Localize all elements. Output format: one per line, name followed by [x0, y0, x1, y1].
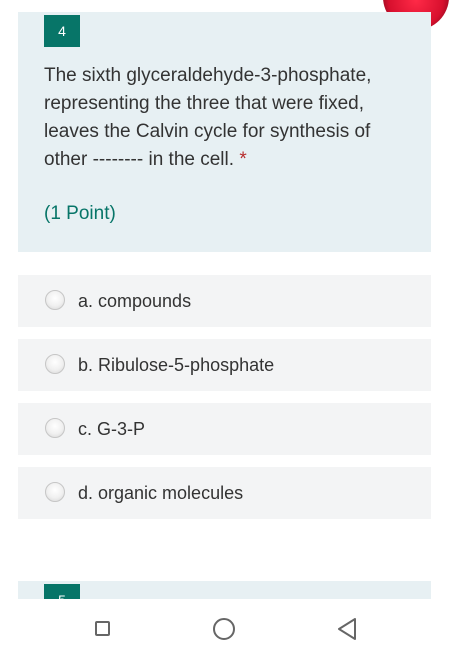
option-d[interactable]: d. organic molecules — [18, 467, 431, 519]
square-icon[interactable] — [95, 621, 110, 636]
option-b[interactable]: b. Ribulose-5-phosphate — [18, 339, 431, 391]
option-label: d. organic molecules — [78, 483, 244, 503]
option-a[interactable]: a. compounds — [18, 275, 431, 327]
option-label: a. compounds — [78, 291, 192, 311]
next-question-card: 5 — [18, 581, 431, 599]
next-question-number-badge: 5 — [44, 584, 80, 599]
option-label: c. G-3-P — [78, 419, 146, 439]
radio-button-icon[interactable] — [45, 482, 65, 502]
option-label: b. Ribulose-5-phosphate — [78, 355, 275, 375]
question-points: (1 Point) — [44, 203, 116, 224]
radio-button-icon[interactable] — [45, 354, 65, 374]
option-c[interactable]: c. G-3-P — [18, 403, 431, 455]
circle-icon[interactable] — [213, 618, 235, 640]
required-marker: * — [239, 149, 247, 170]
android-nav-bar — [0, 600, 450, 660]
question-text-block: The sixth glyceraldehyde-3-phosphate, re… — [44, 62, 394, 174]
question-text: The sixth glyceraldehyde-3-phosphate, re… — [44, 65, 372, 170]
question-number-badge: 4 — [44, 15, 80, 47]
radio-button-icon[interactable] — [45, 418, 65, 438]
radio-button-icon[interactable] — [45, 290, 65, 310]
triangle-back-icon[interactable] — [336, 617, 358, 641]
